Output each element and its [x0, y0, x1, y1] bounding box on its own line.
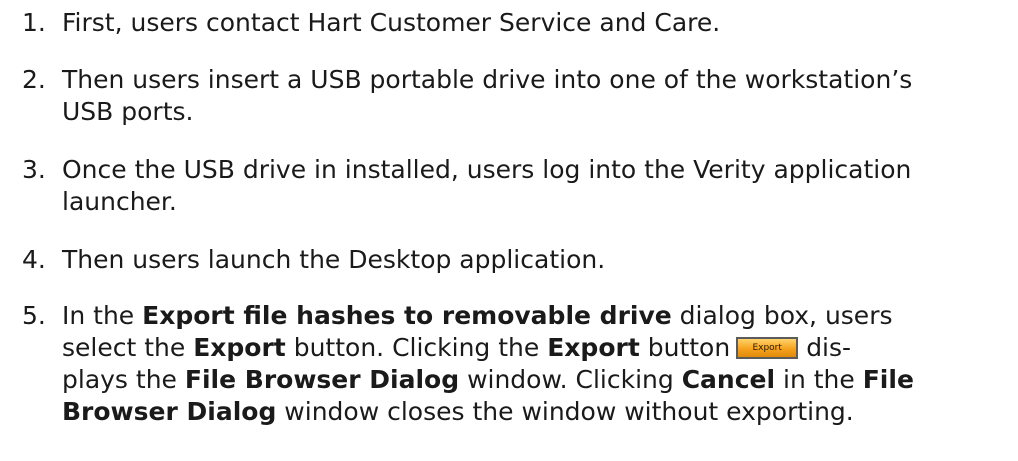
- button-name: Cancel: [681, 365, 776, 394]
- step-text-line: Once the USB drive in installed, users l…: [62, 155, 912, 184]
- step-text-line: Browser Dialog window closes the window …: [62, 396, 1012, 428]
- button-name: Export: [193, 333, 286, 362]
- window-name: Browser Dialog: [62, 397, 277, 426]
- window-name: File Browser Dialog: [184, 365, 460, 394]
- dialog-name: Export file hashes to removable drive: [142, 301, 672, 330]
- step-text: Once the USB drive in installed, users l…: [62, 154, 1012, 218]
- text-run: button. Clicking the: [285, 333, 548, 362]
- step-text-line: Then users insert a USB portable drive i…: [62, 65, 913, 94]
- step-text-line: USB ports.: [62, 97, 194, 126]
- step-text-line: First, users contact Hart Customer Servi…: [62, 8, 721, 37]
- step-text: Then users launch the Desktop applicatio…: [62, 244, 1012, 276]
- document-page: 1. First, users contact Hart Customer Se…: [0, 0, 1018, 461]
- step-text-line: In the Export file hashes to removable d…: [62, 300, 1012, 332]
- text-run: select the: [62, 333, 194, 362]
- step-number: 1.: [22, 8, 46, 37]
- text-run: window. Clicking: [459, 365, 682, 394]
- step-text-line: Then users launch the Desktop applicatio…: [62, 245, 606, 274]
- step-text: In the Export file hashes to removable d…: [62, 300, 1012, 428]
- window-name: File: [862, 365, 914, 394]
- text-run: plays the: [62, 365, 185, 394]
- text-run: dis-: [806, 333, 852, 362]
- step-number: 2.: [22, 65, 46, 94]
- step-text: Then users insert a USB portable drive i…: [62, 64, 1012, 128]
- export-button[interactable]: Export: [736, 336, 799, 359]
- text-run: In the: [62, 301, 143, 330]
- step-text: First, users contact Hart Customer Servi…: [62, 7, 1012, 39]
- step-number: 4.: [22, 245, 46, 274]
- button-name: Export: [547, 333, 640, 362]
- step-text-line: launcher.: [62, 187, 177, 216]
- step-number: 3.: [22, 155, 46, 184]
- text-run: window closes the window without exporti…: [276, 397, 854, 426]
- text-run: button: [639, 333, 731, 362]
- step-text-line: plays the File Browser Dialog window. Cl…: [62, 364, 1012, 396]
- text-run: dialog box, users: [671, 301, 893, 330]
- step-text-line: select the Export button. Clicking the E…: [62, 332, 1012, 364]
- step-number: 5.: [22, 301, 46, 330]
- text-run: in the: [775, 365, 863, 394]
